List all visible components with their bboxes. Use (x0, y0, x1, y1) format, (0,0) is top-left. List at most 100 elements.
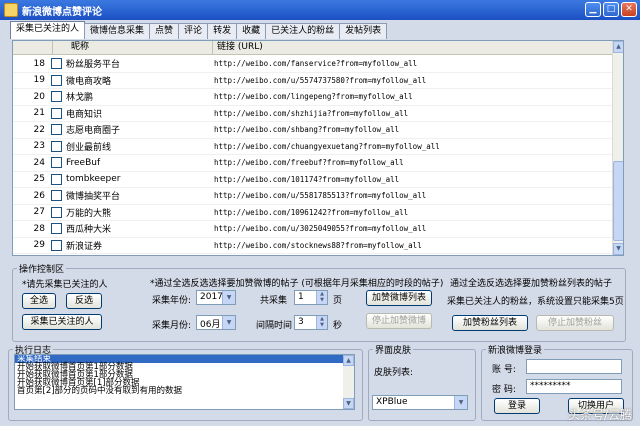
tab-followers-fans[interactable]: 已关注人的粉丝 (265, 23, 341, 39)
select-all-button[interactable]: 全选 (22, 293, 56, 309)
title-bar: 新浪微博点赞评论 ▁ □ ✕ (0, 0, 640, 20)
table-row[interactable]: 27 万能的大熊 http://weibo.com/10961242?from=my… (13, 205, 613, 221)
account-field[interactable] (526, 359, 622, 374)
row-checkbox[interactable] (51, 239, 62, 251)
scroll-down-icon[interactable]: ▼ (613, 243, 623, 255)
add-fans-list-button[interactable]: 加赞粉丝列表 (452, 315, 528, 331)
spinner-arrows-icon[interactable]: ▲ ▼ (316, 316, 327, 329)
interval-value: 3 (298, 317, 304, 327)
pages-unit: 页 (333, 296, 343, 306)
row-link[interactable]: http://weibo.com/101174?from=myfollow_al… (206, 175, 606, 184)
tab-like[interactable]: 点赞 (149, 23, 180, 39)
row-nickname: 创业最前线 (66, 142, 112, 153)
table-row[interactable]: 21 电商知识 http://weibo.com/shzhijia?from=myf… (13, 106, 613, 122)
row-link[interactable]: http://weibo.com/u/3025049055?from=myfol… (206, 224, 606, 233)
stop-fans-button[interactable]: 停止加赞粉丝 (536, 315, 614, 331)
row-checkbox[interactable] (51, 223, 62, 235)
row-checkbox[interactable] (51, 206, 62, 218)
column-header-nickname[interactable]: 昵称 (53, 41, 213, 55)
row-link[interactable]: http://weibo.com/fanservice?from=myfollo… (206, 59, 606, 68)
year-select[interactable]: 2017 ▼ (196, 290, 236, 305)
row-link[interactable]: http://weibo.com/u/5581785513?from=myfol… (206, 191, 606, 200)
table-row[interactable]: 18 粉丝服务平台 http://weibo.com/fanservice?from… (13, 56, 613, 73)
scroll-thumb[interactable] (613, 161, 623, 241)
collect-followed-button[interactable]: 采集已关注的人 (22, 314, 102, 330)
ops-note-weibo: *通过全选反选选择要加赞微博的帖子 (可根据年月采集相应的时段的帖子) (150, 279, 444, 289)
row-link[interactable]: http://weibo.com/10961242?from=myfollow_… (206, 208, 606, 217)
row-checkbox[interactable] (51, 173, 62, 185)
close-icon[interactable]: ✕ (621, 2, 637, 17)
row-checkbox[interactable] (51, 124, 62, 136)
row-nickname: 西瓜种大米 (66, 225, 112, 236)
scroll-down-icon[interactable]: ▼ (343, 398, 354, 409)
row-checkbox[interactable] (51, 74, 62, 86)
row-checkbox[interactable] (51, 157, 62, 169)
row-number: 26 (33, 190, 45, 201)
row-link[interactable]: http://weibo.com/lingepeng?from=myfollow… (206, 92, 606, 101)
row-checkbox[interactable] (51, 58, 62, 70)
table-row[interactable]: 25 tombkeeper http://weibo.com/101174?from… (13, 172, 613, 188)
row-nickname: 微博抽奖平台 (66, 192, 121, 203)
row-link[interactable]: http://weibo.com/shbang?from=myfollow_al… (206, 125, 606, 134)
row-checkbox[interactable] (51, 91, 62, 103)
row-checkbox[interactable] (51, 107, 62, 119)
row-nickname: 新浪证券 (66, 241, 103, 252)
log-line[interactable]: 首页第[2]部分的页码中没有取到有用的数据 (15, 387, 354, 396)
total-label: 共采集 (260, 296, 288, 306)
password-field[interactable]: ********* (526, 379, 622, 394)
tab-forward[interactable]: 转发 (207, 23, 238, 39)
table-row[interactable]: 26 微博抽奖平台 http://weibo.com/u/5581785513?fr… (13, 188, 613, 205)
list-scrollbar[interactable]: ▲ ▼ (612, 41, 623, 255)
seconds-unit: 秒 (333, 321, 343, 331)
row-checkbox[interactable] (51, 190, 62, 202)
table-row[interactable]: 28 西瓜种大米 http://weibo.com/u/3025049055?fro… (13, 221, 613, 238)
table-row[interactable]: 23 创业最前线 http://weibo.com/chuangyexuetang?… (13, 139, 613, 155)
tab-comment[interactable]: 评论 (178, 23, 209, 39)
year-value: 2017 (200, 292, 223, 302)
tab-favorite[interactable]: 收藏 (236, 23, 267, 39)
row-link[interactable]: http://weibo.com/u/5574737580?from=myfol… (206, 76, 606, 85)
row-nickname: 粉丝服务平台 (66, 60, 121, 71)
scroll-up-icon[interactable]: ▲ (343, 355, 354, 366)
chevron-down-icon[interactable]: ▼ (454, 396, 467, 409)
log-list[interactable]: 采集结束 开始获取微博首页第1部分数据 开始获取微博首页第1部分数据 开始获取微博首页… (14, 354, 355, 410)
table-row[interactable]: 19 微电商攻略 http://weibo.com/u/5574737580?fro… (13, 73, 613, 89)
skin-select[interactable]: XPBlue ▼ (372, 395, 468, 410)
chevron-down-icon[interactable]: ▼ (222, 291, 235, 304)
chevron-down-icon[interactable]: ▼ (222, 316, 235, 329)
row-checkbox[interactable] (51, 140, 62, 152)
column-header-link[interactable]: 链接 (URL) (213, 41, 613, 55)
minimize-icon[interactable]: ▁ (585, 2, 601, 17)
tab-post-list[interactable]: 发帖列表 (339, 23, 388, 39)
table-row[interactable]: 20 林戈鹏 http://weibo.com/lingepeng?from=myf… (13, 89, 613, 106)
total-pages-spinner[interactable]: 1 ▲ ▼ (294, 290, 328, 305)
row-number: 28 (33, 223, 45, 234)
month-select[interactable]: 06月 ▼ (196, 315, 236, 330)
followed-list[interactable]: 昵称 链接 (URL) 18 粉丝服务平台 http://weibo.com/fan… (12, 40, 624, 256)
table-row[interactable]: 24 FreeBuf http://weibo.com/freebuf?from=m… (13, 155, 613, 172)
spinner-arrows-icon[interactable]: ▲ ▼ (316, 291, 327, 304)
skin-label: 皮肤列表: (374, 368, 414, 378)
stop-weibo-button[interactable]: 停止加赞微博 (366, 313, 432, 329)
row-number: 23 (33, 141, 45, 152)
table-row[interactable]: 22 志愿电商圈子 http://weibo.com/shbang?from=myf… (13, 122, 613, 139)
login-button[interactable]: 登录 (494, 398, 540, 414)
fans-note: 采集已关注人的粉丝，系统设置只能采集5页 (447, 297, 624, 307)
row-link[interactable]: http://weibo.com/freebuf?from=myfollow_a… (206, 158, 606, 167)
row-nickname: 电商知识 (66, 109, 103, 120)
tab-followed[interactable]: 采集已关注的人 (10, 21, 86, 39)
invert-selection-button[interactable]: 反选 (66, 293, 102, 309)
log-scrollbar[interactable]: ▲ ▼ (343, 355, 354, 409)
row-number: 19 (33, 75, 45, 86)
column-header-num[interactable] (13, 41, 53, 55)
row-link[interactable]: http://weibo.com/stocknews88?from=myfoll… (206, 241, 606, 250)
row-link[interactable]: http://weibo.com/chuangyexuetang?from=my… (206, 142, 606, 151)
row-link[interactable]: http://weibo.com/shzhijia?from=myfollow_… (206, 109, 606, 118)
maximize-icon[interactable]: □ (603, 2, 619, 17)
interval-spinner[interactable]: 3 ▲ ▼ (294, 315, 328, 330)
scroll-up-icon[interactable]: ▲ (613, 41, 623, 53)
row-nickname: FreeBuf (66, 157, 101, 168)
add-weibo-list-button[interactable]: 加赞微博列表 (366, 290, 432, 306)
table-row[interactable]: 29 新浪证券 http://weibo.com/stocknews88?from=… (13, 238, 613, 254)
tab-weibo-collect[interactable]: 微博信息采集 (84, 23, 151, 39)
